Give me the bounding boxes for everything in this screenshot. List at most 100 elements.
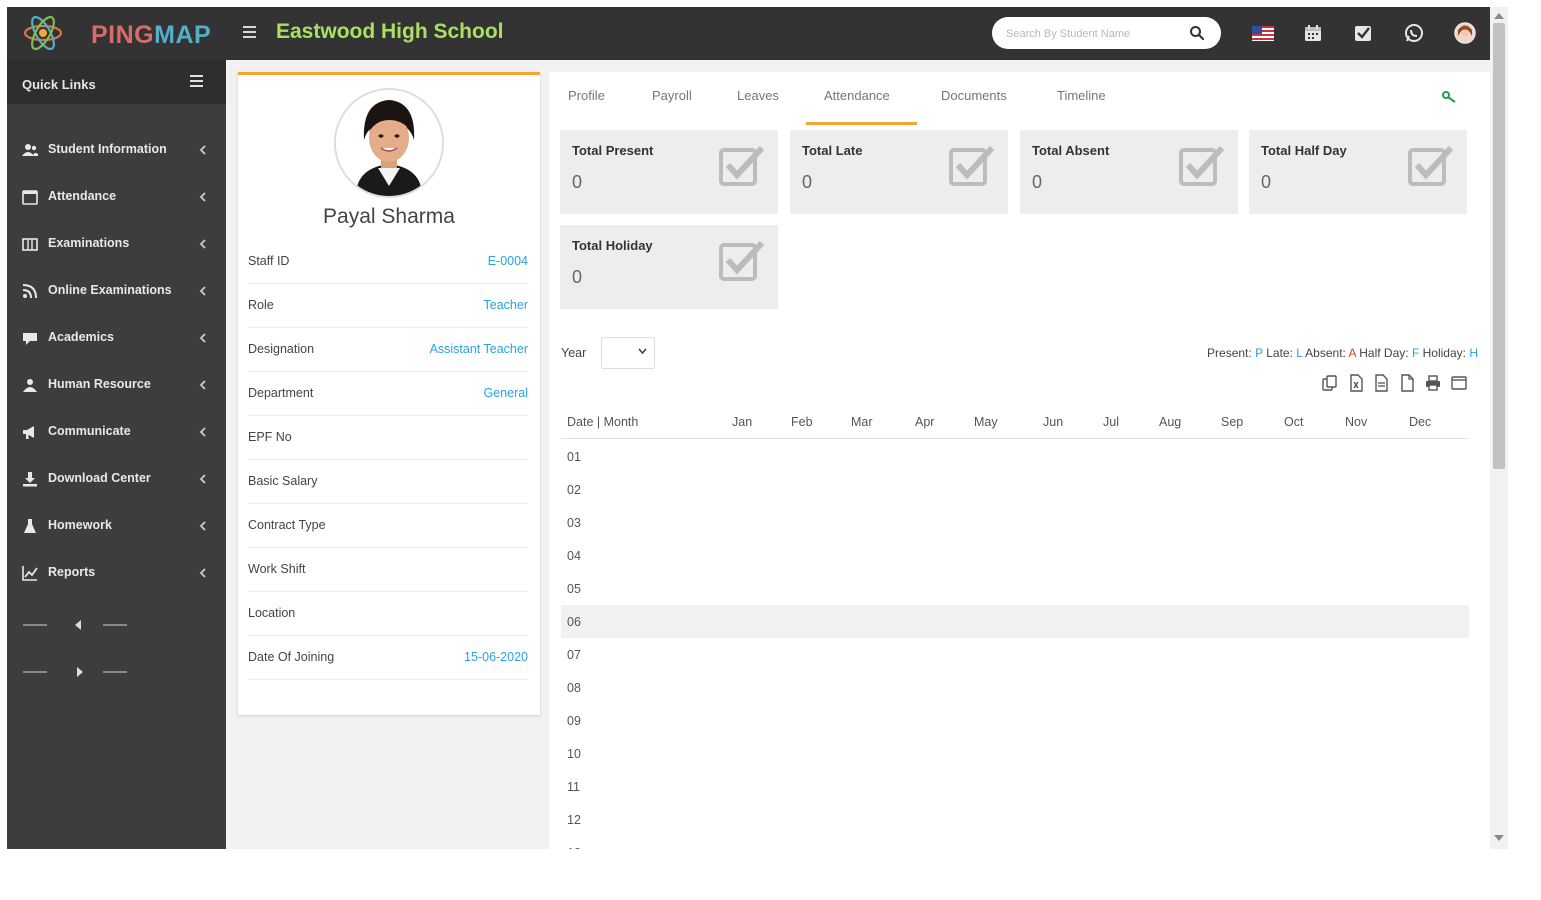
caret-left-icon[interactable] [75, 620, 82, 630]
quick-links-menu-icon[interactable] [190, 75, 203, 87]
chevron-left-icon [199, 521, 206, 531]
profile-row-basic-salary: Basic Salary [248, 460, 528, 504]
quick-links-label: Quick Links [22, 77, 96, 92]
chevron-down-icon [638, 348, 647, 354]
map-icon [22, 238, 38, 251]
excel-icon[interactable] [1347, 374, 1365, 392]
key-icon[interactable] [1442, 90, 1456, 104]
tab-attendance[interactable]: Attendance [824, 88, 890, 103]
calendar-icon[interactable] [1301, 21, 1325, 45]
chevron-left-icon [199, 568, 206, 578]
stat-total-present: Total Present 0 [560, 130, 778, 214]
column-header-nov[interactable]: Nov [1345, 415, 1367, 429]
sidebar-item-examinations[interactable]: Examinations [7, 224, 226, 264]
tab-timeline[interactable]: Timeline [1057, 88, 1106, 103]
column-header-jul[interactable]: Jul [1103, 415, 1119, 429]
staff-name: Payal Sharma [323, 205, 455, 228]
csv-icon[interactable] [1372, 374, 1390, 392]
legend-halfday-code: F [1411, 346, 1420, 360]
field-value: E-0004 [487, 254, 528, 268]
column-header-oct[interactable]: Oct [1284, 415, 1303, 429]
sidebar-item-reports[interactable]: Reports [7, 553, 226, 593]
stat-total-absent: Total Absent 0 [1020, 130, 1238, 214]
us-flag-icon[interactable] [1251, 21, 1275, 45]
checkbox-checked-icon [1179, 145, 1225, 186]
sidebar-item-student-information[interactable]: Student Information [7, 130, 226, 170]
calendar-icon [22, 190, 38, 205]
checkbox-checked-icon [719, 145, 765, 186]
scroll-up-arrow-icon[interactable] [1494, 13, 1504, 19]
legend-present-label: Present: [1207, 346, 1252, 360]
caret-right-icon[interactable] [77, 667, 84, 677]
menu-toggle-icon[interactable] [243, 26, 256, 38]
column-header-mar[interactable]: Mar [851, 415, 873, 429]
column-header-feb[interactable]: Feb [791, 415, 813, 429]
stat-total-holiday: Total Holiday 0 [560, 225, 778, 309]
active-tab-indicator [806, 122, 917, 125]
column-header-aug[interactable]: Aug [1159, 415, 1181, 429]
task-check-icon[interactable] [1351, 21, 1375, 45]
brand-name[interactable]: PINGMAP [91, 21, 211, 50]
tab-documents[interactable]: Documents [941, 88, 1007, 103]
checkbox-checked-icon [719, 240, 765, 281]
field-label: Contract Type [248, 518, 326, 532]
page-scrollbar[interactable] [1490, 7, 1508, 849]
year-select[interactable] [601, 337, 655, 369]
copy-icon[interactable] [1321, 374, 1339, 392]
sidebar-item-homework[interactable]: Homework [7, 506, 226, 546]
sidebar-item-communicate[interactable]: Communicate [7, 412, 226, 452]
print-icon[interactable] [1424, 374, 1442, 392]
sidebar-item-attendance[interactable]: Attendance [7, 177, 226, 217]
column-header-jun[interactable]: Jun [1043, 415, 1063, 429]
line-chart-icon [22, 566, 38, 581]
profile-row-department: Department General [248, 372, 528, 416]
sidebar-item-academics[interactable]: Academics [7, 318, 226, 358]
table-row: 08 [561, 671, 1469, 704]
search-icon[interactable] [1189, 25, 1205, 41]
sidebar-next-control[interactable] [23, 662, 133, 682]
profile-row-designation: Designation Assistant Teacher [248, 328, 528, 372]
column-header-may[interactable]: May [974, 415, 998, 429]
sidebar-prev-control[interactable] [23, 615, 133, 635]
legend-late-code: L [1296, 346, 1303, 360]
stat-total-late: Total Late 0 [790, 130, 1008, 214]
row-date: 12 [567, 813, 581, 827]
sidebar-item-label: Reports [48, 565, 96, 579]
legend-absent-label: Absent: [1305, 346, 1346, 360]
row-date: 13 [567, 846, 581, 849]
stat-total-half-day: Total Half Day 0 [1249, 130, 1467, 214]
sidebar-item-label: Student Information [48, 142, 167, 156]
sidebar-item-download-center[interactable]: Download Center [7, 459, 226, 499]
tab-payroll[interactable]: Payroll [652, 88, 692, 103]
columns-icon[interactable] [1450, 374, 1468, 392]
user-avatar-icon[interactable] [1453, 21, 1477, 45]
tab-profile[interactable]: Profile [568, 88, 605, 103]
field-label: EPF No [248, 430, 292, 444]
column-header-date-month[interactable]: Date | Month [567, 415, 638, 429]
users-icon [22, 144, 38, 156]
student-search[interactable] [992, 17, 1221, 49]
search-input[interactable] [1004, 23, 1188, 45]
stat-label: Total Present [572, 143, 654, 158]
field-value: 15-06-2020 [464, 650, 528, 664]
table-row: 03 [561, 506, 1469, 539]
pdf-icon[interactable] [1398, 374, 1416, 392]
tab-leaves[interactable]: Leaves [737, 88, 779, 103]
profile-row-date-of-joining: Date Of Joining 15-06-2020 [248, 636, 528, 680]
scroll-down-arrow-icon[interactable] [1494, 835, 1504, 841]
stat-value: 0 [1032, 172, 1043, 192]
sidebar-item-online-examinations[interactable]: Online Examinations [7, 271, 226, 311]
stat-value: 0 [572, 172, 583, 192]
row-date: 10 [567, 747, 581, 761]
sidebar-item-human-resource[interactable]: Human Resource [7, 365, 226, 405]
bullhorn-icon [23, 426, 34, 439]
scrollbar-thumb[interactable] [1493, 23, 1505, 469]
column-header-sep[interactable]: Sep [1221, 415, 1243, 429]
field-value: General [483, 386, 528, 400]
table-row: 05 [561, 572, 1469, 605]
column-header-apr[interactable]: Apr [915, 415, 934, 429]
field-label: Location [248, 606, 296, 620]
whatsapp-icon[interactable] [1402, 21, 1426, 45]
column-header-dec[interactable]: Dec [1409, 415, 1431, 429]
column-header-jan[interactable]: Jan [732, 415, 752, 429]
